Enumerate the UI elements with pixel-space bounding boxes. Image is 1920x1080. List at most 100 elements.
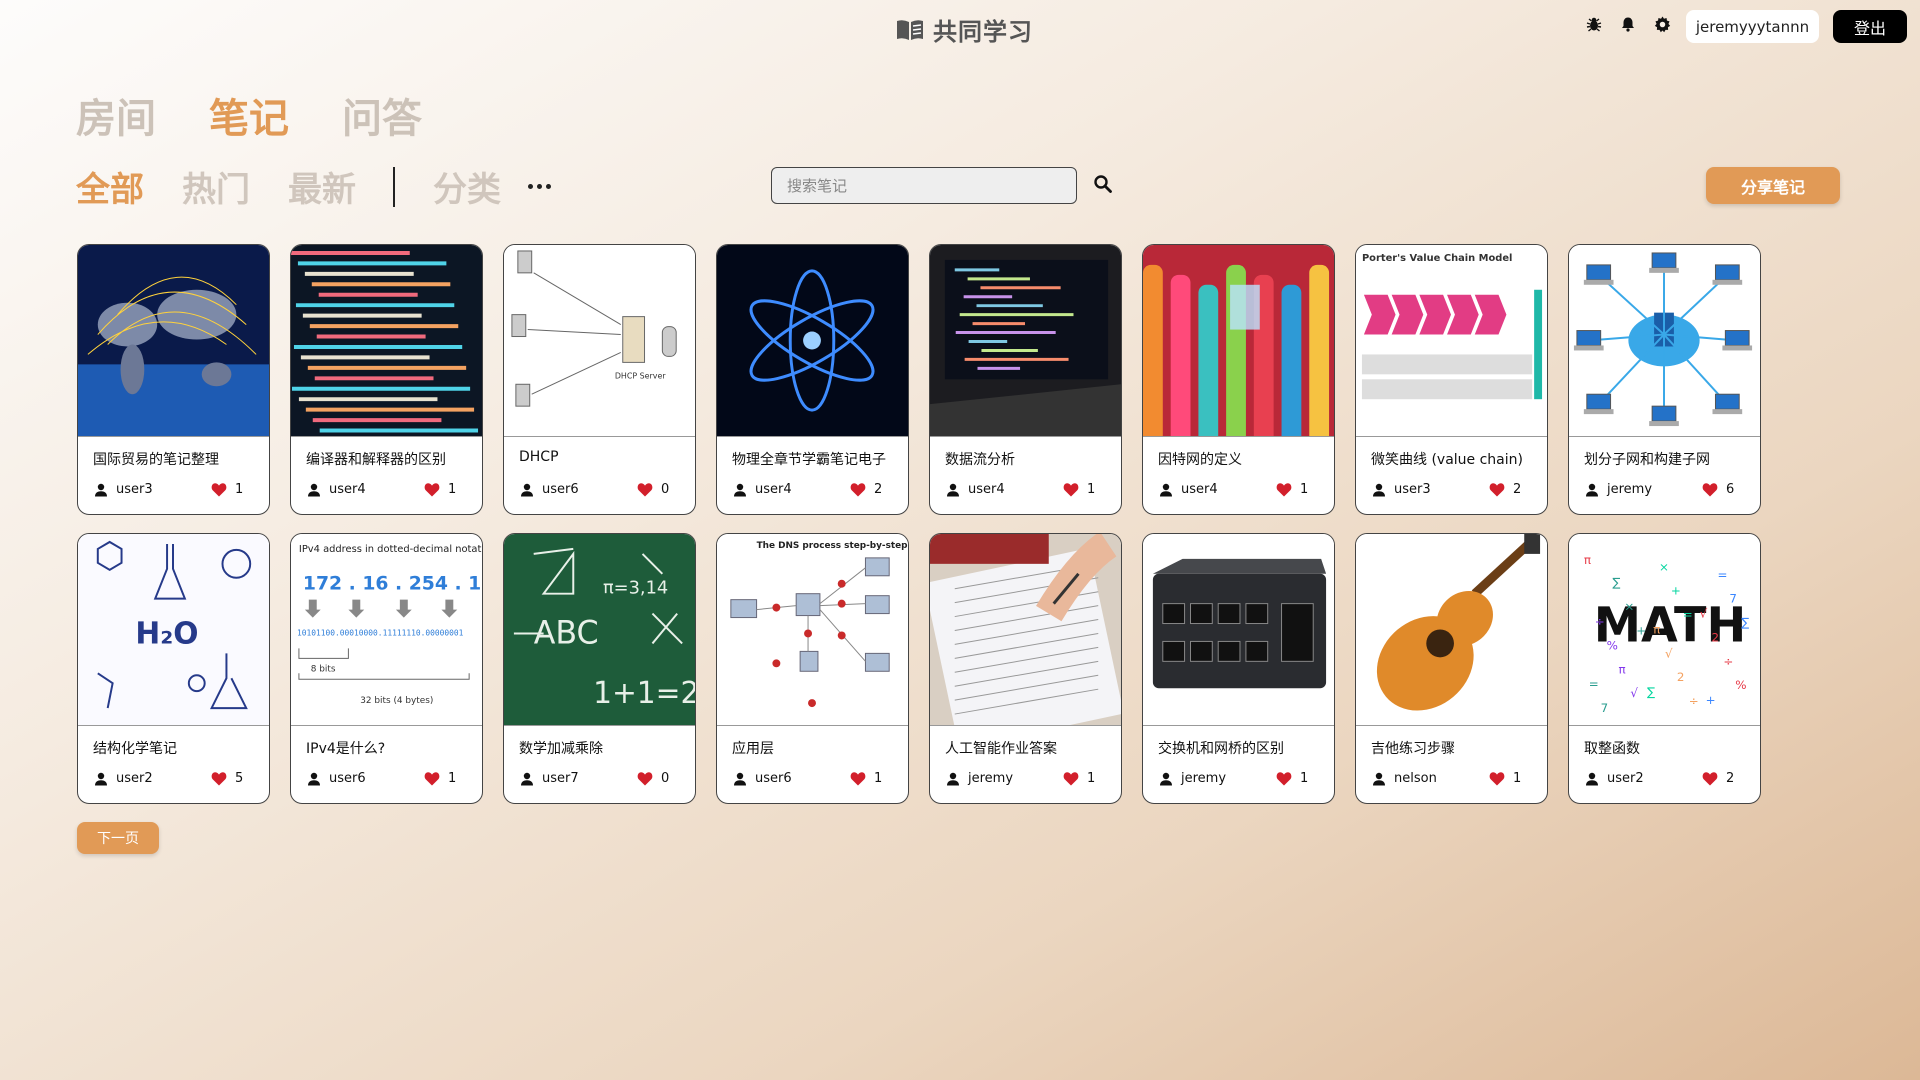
- note-author: user4: [1181, 482, 1218, 497]
- heart-icon[interactable]: [1276, 771, 1292, 786]
- more-icon[interactable]: [528, 184, 551, 189]
- heart-icon[interactable]: [1702, 482, 1718, 497]
- note-meta: user4 1: [1143, 482, 1334, 497]
- bug-icon[interactable]: [1585, 15, 1603, 33]
- bell-icon[interactable]: [1619, 15, 1637, 33]
- main-tabs: 房间 笔记 问答: [76, 86, 422, 144]
- note-title: 国际贸易的笔记整理: [93, 452, 219, 467]
- heart-icon[interactable]: [424, 482, 440, 497]
- note-title: 结构化学笔记: [93, 741, 177, 756]
- filter-hot[interactable]: 热门: [182, 162, 250, 211]
- note-card[interactable]: IPv4 address in dotted-decimal notation 1…: [290, 533, 483, 804]
- heart-icon[interactable]: [1489, 482, 1505, 497]
- heart-icon[interactable]: [211, 482, 227, 497]
- user-icon: [734, 483, 746, 496]
- chalkboard-math-image: ABCπ=3,14 1+1=2: [504, 534, 695, 726]
- heart-icon[interactable]: [1489, 771, 1505, 786]
- note-card[interactable]: 因特网的定义 user4 1: [1142, 244, 1335, 515]
- svg-text:π: π: [1618, 662, 1625, 676]
- svg-text:%: %: [1735, 678, 1746, 692]
- note-card[interactable]: The DNS process step-by-step 应用层 user6 1: [716, 533, 909, 804]
- heart-icon[interactable]: [211, 771, 227, 786]
- svg-text:DHCP Server: DHCP Server: [615, 371, 666, 380]
- math-word-image: MATHπ+÷∑√=%×27π+÷∑√=%×27π+÷∑√=: [1569, 534, 1760, 726]
- svg-text:=: =: [1589, 677, 1599, 691]
- note-card[interactable]: DHCP Server DHCP user6 0: [503, 244, 696, 515]
- note-meta: user6 1: [291, 771, 482, 786]
- heart-icon[interactable]: [1702, 771, 1718, 786]
- svg-text:The DNS process step-by-step: The DNS process step-by-step: [757, 541, 908, 551]
- svg-text:π=3,14: π=3,14: [603, 578, 668, 599]
- logout-button[interactable]: 登出: [1833, 10, 1907, 43]
- search-input[interactable]: [771, 167, 1077, 204]
- note-likes: 1: [1300, 771, 1309, 786]
- svg-text:√: √: [1700, 607, 1708, 621]
- heart-icon[interactable]: [424, 771, 440, 786]
- note-card[interactable]: 国际贸易的笔记整理 user3 1: [77, 244, 270, 515]
- note-likes: 1: [448, 771, 457, 786]
- svg-text:π: π: [1584, 553, 1591, 567]
- note-author: jeremy: [1181, 771, 1227, 786]
- note-likes: 0: [661, 771, 670, 786]
- user-icon: [308, 772, 320, 785]
- note-meta: user7 0: [504, 771, 695, 786]
- note-title: 取整函数: [1584, 741, 1640, 756]
- svg-text:1+1=2: 1+1=2: [593, 676, 695, 711]
- note-card[interactable]: Porter's Value Chain Model 微笑曲线 (value c…: [1355, 244, 1548, 515]
- filter-category[interactable]: 分类: [433, 162, 501, 211]
- share-note-button[interactable]: 分享笔记: [1706, 167, 1840, 204]
- note-card[interactable]: 人工智能作业答案 jeremy 1: [929, 533, 1122, 804]
- note-meta: user3 1: [78, 482, 269, 497]
- note-meta: user3 2: [1356, 482, 1547, 497]
- svg-text:2: 2: [1712, 630, 1720, 644]
- user-menu-button[interactable]: jeremyyytannn: [1686, 10, 1819, 43]
- note-likes: 2: [874, 482, 883, 497]
- note-author: jeremy: [1607, 482, 1653, 497]
- heart-icon[interactable]: [1063, 771, 1079, 786]
- heart-icon[interactable]: [1276, 482, 1292, 497]
- note-card[interactable]: 划分子网和构建子网 jeremy 6: [1568, 244, 1761, 515]
- filter-latest[interactable]: 最新: [288, 162, 356, 211]
- next-page-button[interactable]: 下一页: [77, 822, 159, 854]
- note-card[interactable]: 物理全章节学霸笔记电子 user4 2: [716, 244, 909, 515]
- note-card[interactable]: 吉他练习步骤 nelson 1: [1355, 533, 1548, 804]
- note-card[interactable]: 数据流分析 user4 1: [929, 244, 1122, 515]
- svg-text:+: +: [1706, 693, 1716, 707]
- note-likes: 0: [661, 482, 670, 497]
- note-author: user2: [1607, 771, 1644, 786]
- note-author: user3: [1394, 482, 1431, 497]
- user-icon: [521, 483, 533, 496]
- app-logo[interactable]: 共同学习: [895, 12, 1033, 47]
- note-card[interactable]: ABC π=3,14 1+1=2 数学加减乘除 user7 0: [503, 533, 696, 804]
- search-icon[interactable]: [1093, 174, 1113, 194]
- note-card[interactable]: MATH π + ÷ ∑ √ =% × 2 7 π + ÷ ∑ √ =% × 2 7 π + ÷ ∑ √ = 取整函数 user…: [1568, 533, 1761, 804]
- user-icon: [95, 483, 107, 496]
- top-icons: [1585, 15, 1671, 33]
- note-card[interactable]: 编译器和解释器的区别 user4 1: [290, 244, 483, 515]
- network-topology-image: [1569, 245, 1760, 437]
- svg-text:∑: ∑: [1613, 576, 1621, 590]
- note-likes: 2: [1726, 771, 1735, 786]
- note-likes: 2: [1513, 482, 1522, 497]
- gear-icon[interactable]: [1653, 15, 1671, 33]
- user-icon: [947, 772, 959, 785]
- user-icon: [1586, 483, 1598, 496]
- filter-tabs: 全部 热门 最新 分类: [76, 162, 551, 211]
- heart-icon[interactable]: [850, 482, 866, 497]
- tab-notes[interactable]: 笔记: [209, 86, 289, 144]
- heart-icon[interactable]: [637, 482, 653, 497]
- note-title: 划分子网和构建子网: [1584, 452, 1710, 467]
- heart-icon[interactable]: [1063, 482, 1079, 497]
- tab-rooms[interactable]: 房间: [76, 86, 156, 144]
- note-card[interactable]: H₂O 结构化学笔记 user2 5: [77, 533, 270, 804]
- svg-text:√: √: [1665, 646, 1673, 660]
- world-map-image: [78, 245, 269, 437]
- top-bar: 共同学习 jeremyyytannn 登出: [0, 0, 1920, 54]
- code-screen-image: [291, 245, 482, 437]
- tab-qa[interactable]: 问答: [342, 86, 422, 144]
- note-author: user2: [116, 771, 153, 786]
- filter-all[interactable]: 全部: [76, 162, 144, 211]
- heart-icon[interactable]: [850, 771, 866, 786]
- heart-icon[interactable]: [637, 771, 653, 786]
- note-card[interactable]: 交换机和网桥的区别 jeremy 1: [1142, 533, 1335, 804]
